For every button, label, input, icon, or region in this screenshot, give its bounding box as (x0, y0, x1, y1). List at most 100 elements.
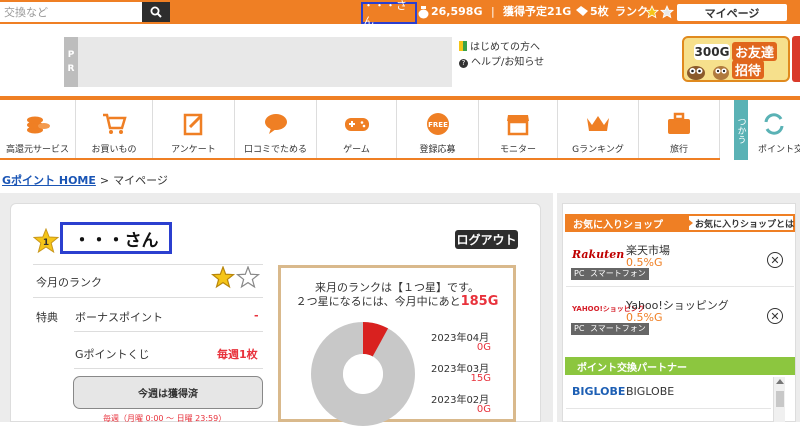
user-name-heading: ・・・さん (60, 222, 172, 254)
friend-invite-banner[interactable]: 300G お友達 招待 (682, 36, 790, 82)
coins-icon (26, 116, 50, 134)
chat-bubble-icon (264, 114, 287, 134)
scroll-thumb[interactable] (776, 391, 784, 407)
use-points-tab[interactable]: つかう (734, 100, 748, 160)
exchange-arrows-icon (764, 113, 784, 135)
invite-label: 招待 (732, 60, 765, 79)
search-input[interactable] (0, 2, 142, 22)
donut-progress (362, 322, 389, 357)
points-balance[interactable]: 26,598G (431, 3, 482, 21)
category-underline (0, 158, 720, 160)
month-points: 15G (470, 373, 491, 384)
pr-tab: P R (64, 37, 78, 87)
rakuten-logo[interactable]: Rakuten (572, 248, 624, 261)
breadcrumb: Gポイント HOME > マイページ (2, 172, 168, 188)
divider (33, 264, 263, 265)
rank-stars-icon (211, 266, 261, 289)
search-icon (150, 6, 162, 18)
category-signup[interactable]: FREE 登録応募 (397, 100, 479, 158)
category-point-exchange[interactable]: ポイント交 (748, 100, 800, 158)
close-icon: ✕ (770, 309, 780, 323)
separator: | (491, 5, 495, 18)
donut-hole (343, 354, 383, 394)
category-monitor[interactable]: モニター (479, 100, 558, 158)
owl-mascot-icon (687, 66, 705, 80)
expected-points[interactable]: 獲得予定21G (503, 3, 571, 21)
star-empty-icon (235, 266, 261, 289)
category-label: Gランキング (572, 145, 624, 155)
category-label: ポイント交 (758, 145, 800, 155)
mypage-button[interactable]: マイページ (677, 4, 787, 21)
suitcase-icon (668, 112, 690, 134)
coin-bag-icon (418, 6, 429, 19)
logout-button[interactable]: ログアウト (455, 230, 518, 249)
benefits-label: 特典 (36, 311, 58, 324)
user-name-link[interactable]: ・・・さん (361, 0, 417, 28)
category-nav: 高還元サービス お買いもの アンケート 口コミでためる ゲーム FREE 登録応… (0, 96, 800, 160)
divider (566, 408, 771, 409)
use-points-label: つかう (735, 116, 746, 144)
store-icon (507, 115, 529, 136)
biglobe-logo[interactable]: BIGLOBE (572, 385, 625, 398)
scroll-up-icon[interactable] (776, 379, 784, 384)
exchange-partners-title: ポイント交換パートナー (577, 363, 687, 374)
category-label: 登録応募 (419, 145, 456, 155)
category-label: 旅行 (669, 145, 688, 155)
friend-label: お友達 (732, 42, 778, 61)
partner-name[interactable]: BIGLOBE (626, 385, 674, 398)
help-icon: ? (459, 59, 468, 68)
free-badge-icon: FREE (426, 113, 449, 135)
friend-points-badge: 300G (694, 44, 730, 60)
divider (74, 368, 263, 369)
category-ranking[interactable]: Gランキング (558, 100, 639, 158)
category-label: モニター (499, 145, 536, 155)
category-label: アンケート (171, 145, 216, 155)
favorites-header: お気に入りショップ お気に入りショップとは (565, 214, 795, 232)
category-shopping[interactable]: お買いもの (76, 100, 153, 158)
breadcrumb-current: マイページ (113, 174, 168, 187)
lottery-value: 毎週1枚 (217, 348, 258, 361)
category-high-return[interactable]: 高還元サービス (0, 100, 76, 158)
category-games[interactable]: ゲーム (317, 100, 397, 158)
category-survey[interactable]: アンケート (153, 100, 235, 158)
beginner-link[interactable]: はじめての方へ (459, 38, 540, 53)
rank-up-requirement: ２つ星になるには、今月中にあと185G (281, 293, 513, 309)
tag-pc: PC (571, 268, 588, 280)
rank-progress-donut (311, 322, 415, 426)
remove-favorite-button[interactable]: ✕ (767, 252, 783, 268)
lottery-label: Gポイントくじ (75, 348, 150, 361)
category-label: お買いもの (91, 145, 137, 155)
breadcrumb-home-link[interactable]: Gポイント HOME (2, 174, 96, 187)
tag-smartphone: スマートフォン (587, 323, 649, 335)
side-banner-edge[interactable] (792, 36, 800, 82)
weekly-claimed-button[interactable]: 今週は獲得済 (73, 376, 263, 409)
help-link[interactable]: ? ヘルプ/お知らせ (459, 53, 544, 68)
star-filled-icon (211, 266, 236, 289)
crown-icon (587, 116, 609, 131)
category-label: ゲーム (343, 145, 370, 155)
favorites-help-link[interactable]: お気に入りショップとは (688, 216, 795, 230)
close-icon: ✕ (770, 253, 780, 267)
category-label: 高還元サービス (5, 145, 69, 155)
search-button[interactable] (142, 2, 170, 22)
category-label: 口コミでためる (243, 145, 307, 155)
partners-scrollbar[interactable] (773, 377, 785, 422)
tag-pc: PC (571, 323, 588, 335)
rank-up-text: ２つ星になるには、今月中にあと (295, 295, 461, 308)
pr-banner[interactable]: P R (64, 37, 452, 87)
divider (74, 331, 263, 332)
remove-favorite-button[interactable]: ✕ (767, 308, 783, 324)
rank-up-points-needed: 185G (460, 294, 499, 309)
bonus-points-label: ボーナスポイント (75, 311, 163, 324)
favorites-help-label: お気に入りショップとは (695, 219, 795, 230)
ticket-count[interactable]: 5枚 (590, 3, 609, 21)
rank-star-badge-icon: 1 (33, 228, 59, 254)
ticket-icon (576, 6, 588, 16)
play-arrow-icon (688, 219, 693, 227)
category-travel[interactable]: 旅行 (639, 100, 720, 158)
svg-text:FREE: FREE (428, 121, 448, 129)
category-reviews[interactable]: 口コミでためる (235, 100, 317, 158)
rank-badge-number: 1 (43, 238, 49, 248)
favorites-title: お気に入りショップ (573, 220, 663, 231)
rank-label: ランク (615, 5, 648, 18)
